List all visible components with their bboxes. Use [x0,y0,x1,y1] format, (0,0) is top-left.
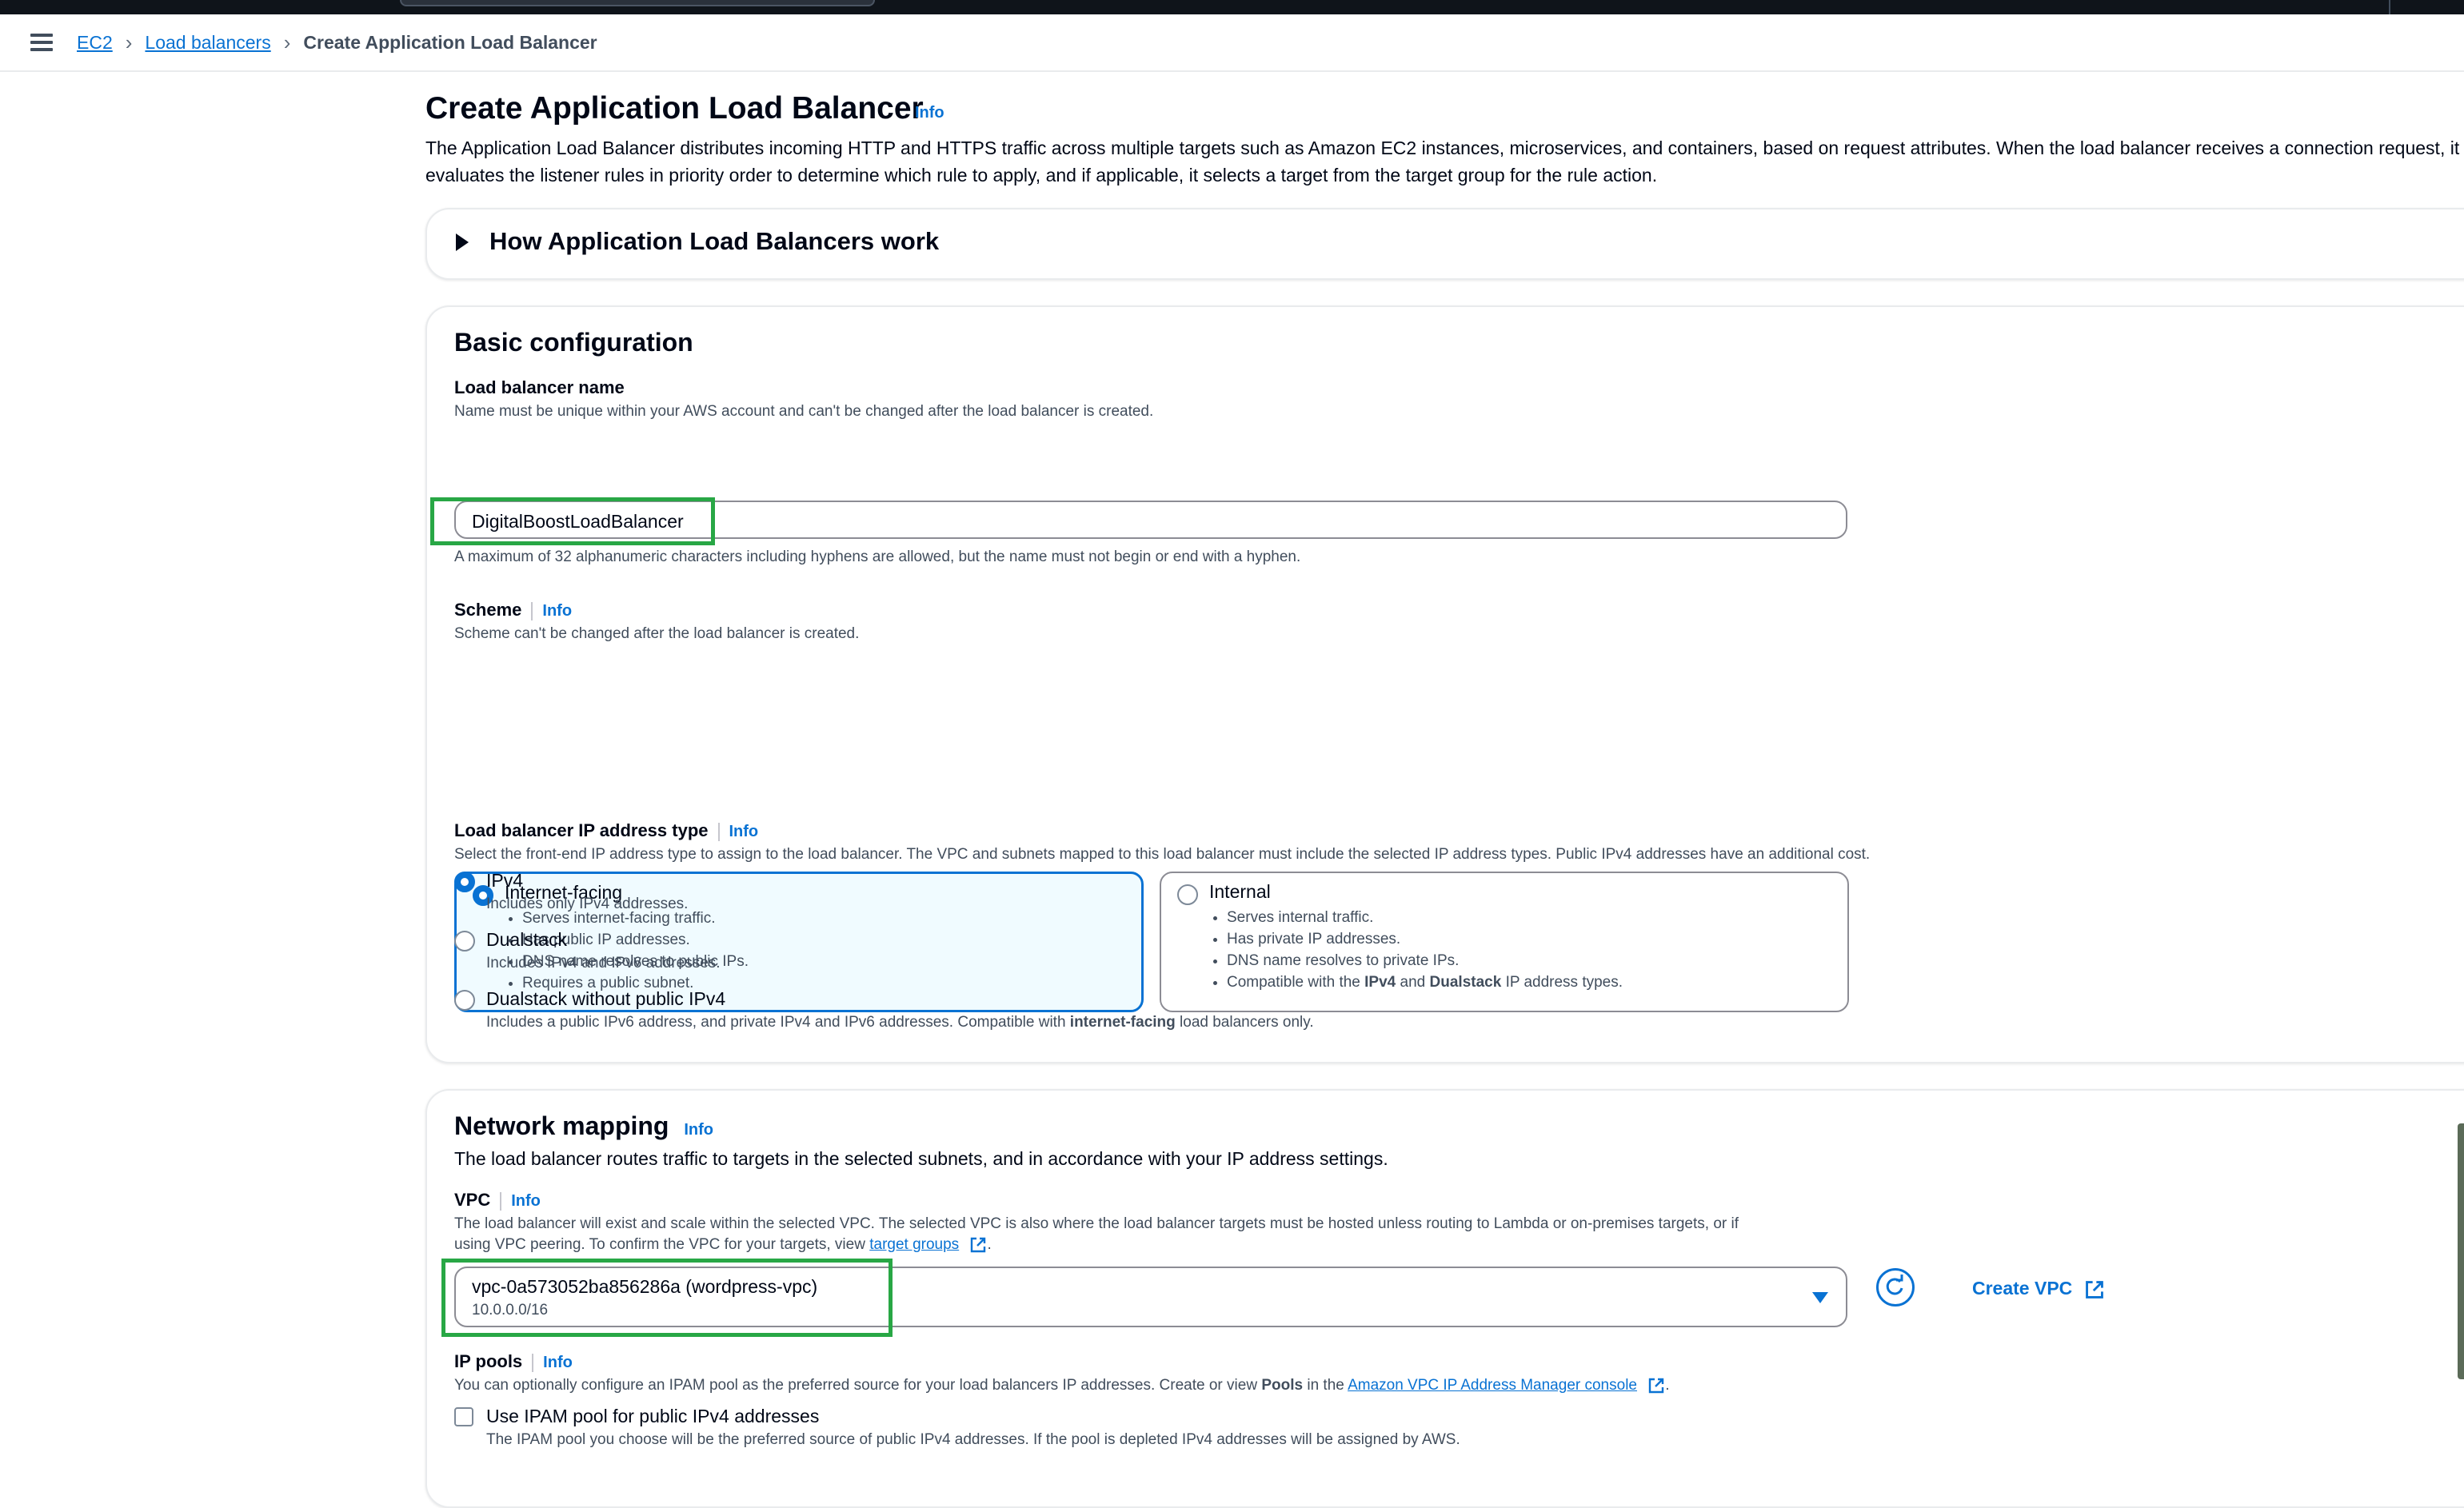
desc-text: You can optionally configure an IPAM poo… [454,1377,1262,1394]
highlight-box [441,1259,893,1337]
section-title: Basic configuration [454,328,693,357]
bullet-bold: IPv4 [1364,974,1396,991]
expander-label: How Application Load Balancers work [489,227,940,255]
chevron-right-icon: › [125,30,133,54]
search-bar[interactable] [400,0,875,6]
side-panel-edge [2458,1123,2464,1379]
ip-pools-label-text: IP pools [454,1351,523,1371]
ipv4-radio[interactable] [454,872,475,892]
chevron-right-icon: › [283,30,291,54]
internal-bullets: Serves internal traffic. Has private IP … [1209,907,1623,993]
desc-text: Includes a public IPv6 address, and priv… [486,1014,1070,1031]
network-title: Network mapping Info [454,1111,713,1141]
nav-divider [2389,0,2390,14]
dualstack-radio[interactable] [454,931,475,951]
ip-pools-label: IP pools Info [454,1351,573,1372]
bullet-bold: Dualstack [1429,974,1502,991]
internet-facing-bullets: Serves internet-facing traffic. Has publ… [505,908,749,994]
page-info-link[interactable]: Info [915,104,944,122]
bullet-text: IP address types. [1501,974,1623,991]
vpc-description-line1: The load balancer will exist and scale w… [454,1215,1739,1232]
dualstack-description: Includes IPv4 and IPv6 addresses. [486,955,721,971]
create-vpc-label: Create VPC [1972,1278,2073,1299]
network-description: The load balancer routes traffic to targ… [454,1148,1388,1169]
name-hint: A maximum of 32 alphanumeric characters … [454,549,1301,565]
external-link-icon[interactable] [1647,1377,1665,1394]
top-nav-bar [0,0,2464,14]
name-description: Name must be unique within your AWS acco… [454,403,1154,420]
how-it-works-expander[interactable]: How Application Load Balancers work [425,208,2464,280]
page-description: The Application Load Balancer distribute… [425,138,2460,186]
bullet: Compatible with the IPv4 and Dualstack I… [1227,971,1623,993]
network-title-text: Network mapping [454,1111,669,1140]
external-link-icon [2085,1281,2103,1299]
bullet: DNS name resolves to private IPs. [1227,950,1623,971]
menu-icon[interactable] [30,34,53,51]
dualstack-label: Dualstack [486,929,567,950]
network-info-link[interactable]: Info [684,1121,713,1139]
bullet-text: and [1396,974,1430,991]
page-title: Create Application Load Balancer [425,91,924,126]
ip-type-label-text: Load balancer IP address type [454,820,709,840]
ip-type-label: Load balancer IP address type Info [454,820,758,841]
bullet-text: Compatible with the [1227,974,1365,991]
desc-text: using VPC peering. To confirm the VPC fo… [454,1236,870,1254]
scheme-label: Scheme Info [454,600,572,620]
dualstack-no-public-description: Includes a public IPv6 address, and priv… [486,1014,1314,1031]
bullet: Serves internal traffic. [1227,907,1623,928]
dualstack-no-public-radio[interactable] [454,990,475,1011]
target-groups-link[interactable]: target groups [869,1236,959,1253]
desc-text: in the [1303,1377,1348,1394]
breadcrumb-bar: EC2 › Load balancers › Create Applicatio… [0,14,2464,72]
scheme-label-text: Scheme [454,600,522,620]
internal-radio[interactable] [1177,884,1198,905]
highlight-box [430,497,715,545]
refresh-button[interactable] [1876,1268,1915,1307]
desc-text: load balancers only. [1175,1014,1314,1031]
scheme-info-link[interactable]: Info [531,602,572,620]
refresh-icon [1886,1275,1903,1295]
ipv4-label: IPv4 [486,870,524,891]
vpc-label: VPC Info [454,1190,541,1211]
caret-right-icon [456,233,469,251]
ipam-pool-label: Use IPAM pool for public IPv4 addresses [486,1406,820,1426]
desc-bold: Pools [1261,1377,1304,1394]
ipam-console-link[interactable]: Amazon VPC IP Address Manager console [1348,1377,1637,1394]
create-vpc-link[interactable]: Create VPC [1972,1278,2105,1300]
vpc-label-text: VPC [454,1190,491,1210]
internal-title: Internal [1209,881,1271,902]
breadcrumb-load-balancers[interactable]: Load balancers [145,32,270,54]
name-label: Load balancer name [454,377,625,397]
dualstack-no-public-label: Dualstack without public IPv4 [486,988,726,1009]
network-mapping-panel: Network mapping Info The load balancer r… [425,1089,2464,1508]
ipam-pool-description: The IPAM pool you choose will be the pre… [486,1431,1460,1448]
ipv4-description: Includes only IPv4 addresses. [486,896,689,912]
vpc-description-line2: using VPC peering. To confirm the VPC fo… [454,1236,992,1254]
ip-pools-description: You can optionally configure an IPAM poo… [454,1377,1670,1394]
internal-tile[interactable]: Internal Serves internal traffic. Has pr… [1160,872,1849,1012]
ip-pools-info-link[interactable]: Info [532,1354,573,1372]
basic-configuration-panel: Basic configuration Load balancer name N… [425,305,2464,1063]
bullet: Has private IP addresses. [1227,928,1623,950]
external-link-icon[interactable] [969,1236,987,1254]
breadcrumb-ec2[interactable]: EC2 [77,32,113,54]
desc-bold: internet-facing [1069,1014,1176,1031]
ipam-pool-checkbox[interactable] [454,1407,473,1426]
vpc-info-link[interactable]: Info [500,1192,541,1211]
breadcrumb-current: Create Application Load Balancer [303,31,597,53]
ip-type-info-link[interactable]: Info [717,823,758,841]
caret-down-icon [1812,1292,1828,1303]
scheme-description: Scheme can't be changed after the load b… [454,625,860,642]
breadcrumb: EC2 › Load balancers › Create Applicatio… [77,30,597,55]
ip-type-description: Select the front-end IP address type to … [454,846,1871,863]
